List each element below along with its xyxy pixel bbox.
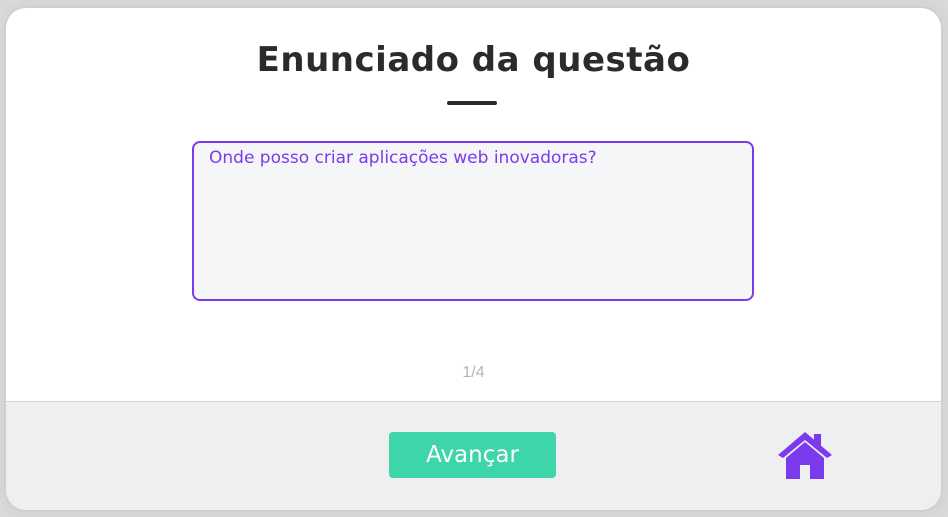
question-counter: 1/4	[462, 364, 485, 381]
footer-bar: Avançar	[6, 401, 941, 510]
question-statement-box: Onde posso criar aplicações web inovador…	[192, 141, 754, 301]
home-icon	[778, 432, 832, 479]
question-card: Enunciado da questão Onde posso criar ap…	[6, 8, 941, 510]
title-underline	[447, 101, 497, 105]
home-button[interactable]	[776, 431, 834, 481]
page-title: Enunciado da questão	[256, 40, 691, 80]
question-text: Onde posso criar aplicações web inovador…	[209, 148, 597, 168]
next-button[interactable]: Avançar	[389, 432, 556, 478]
window-frame: Enunciado da questão Onde posso criar ap…	[0, 0, 948, 517]
